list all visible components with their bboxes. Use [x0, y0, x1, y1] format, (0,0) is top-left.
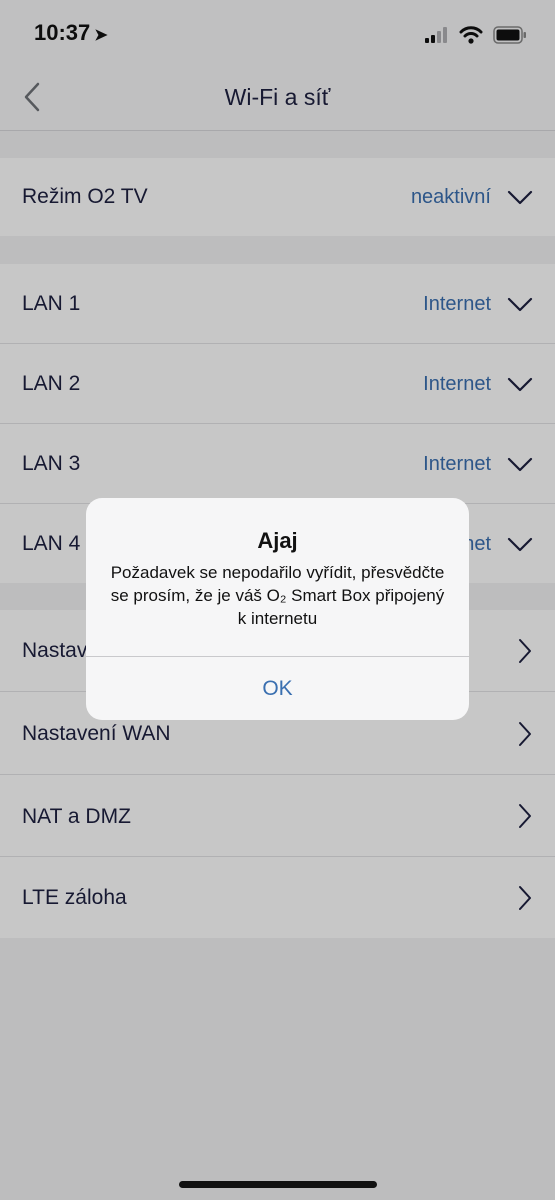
home-indicator[interactable] [179, 1181, 377, 1188]
alert-message: Požadavek se nepodařilo vyřídit, přesvěd… [110, 563, 445, 628]
error-alert-dialog: Ajaj Požadavek se nepodařilo vyřídit, př… [86, 498, 469, 720]
alert-title: Ajaj [257, 528, 298, 553]
alert-ok-button[interactable]: OK [86, 657, 469, 720]
